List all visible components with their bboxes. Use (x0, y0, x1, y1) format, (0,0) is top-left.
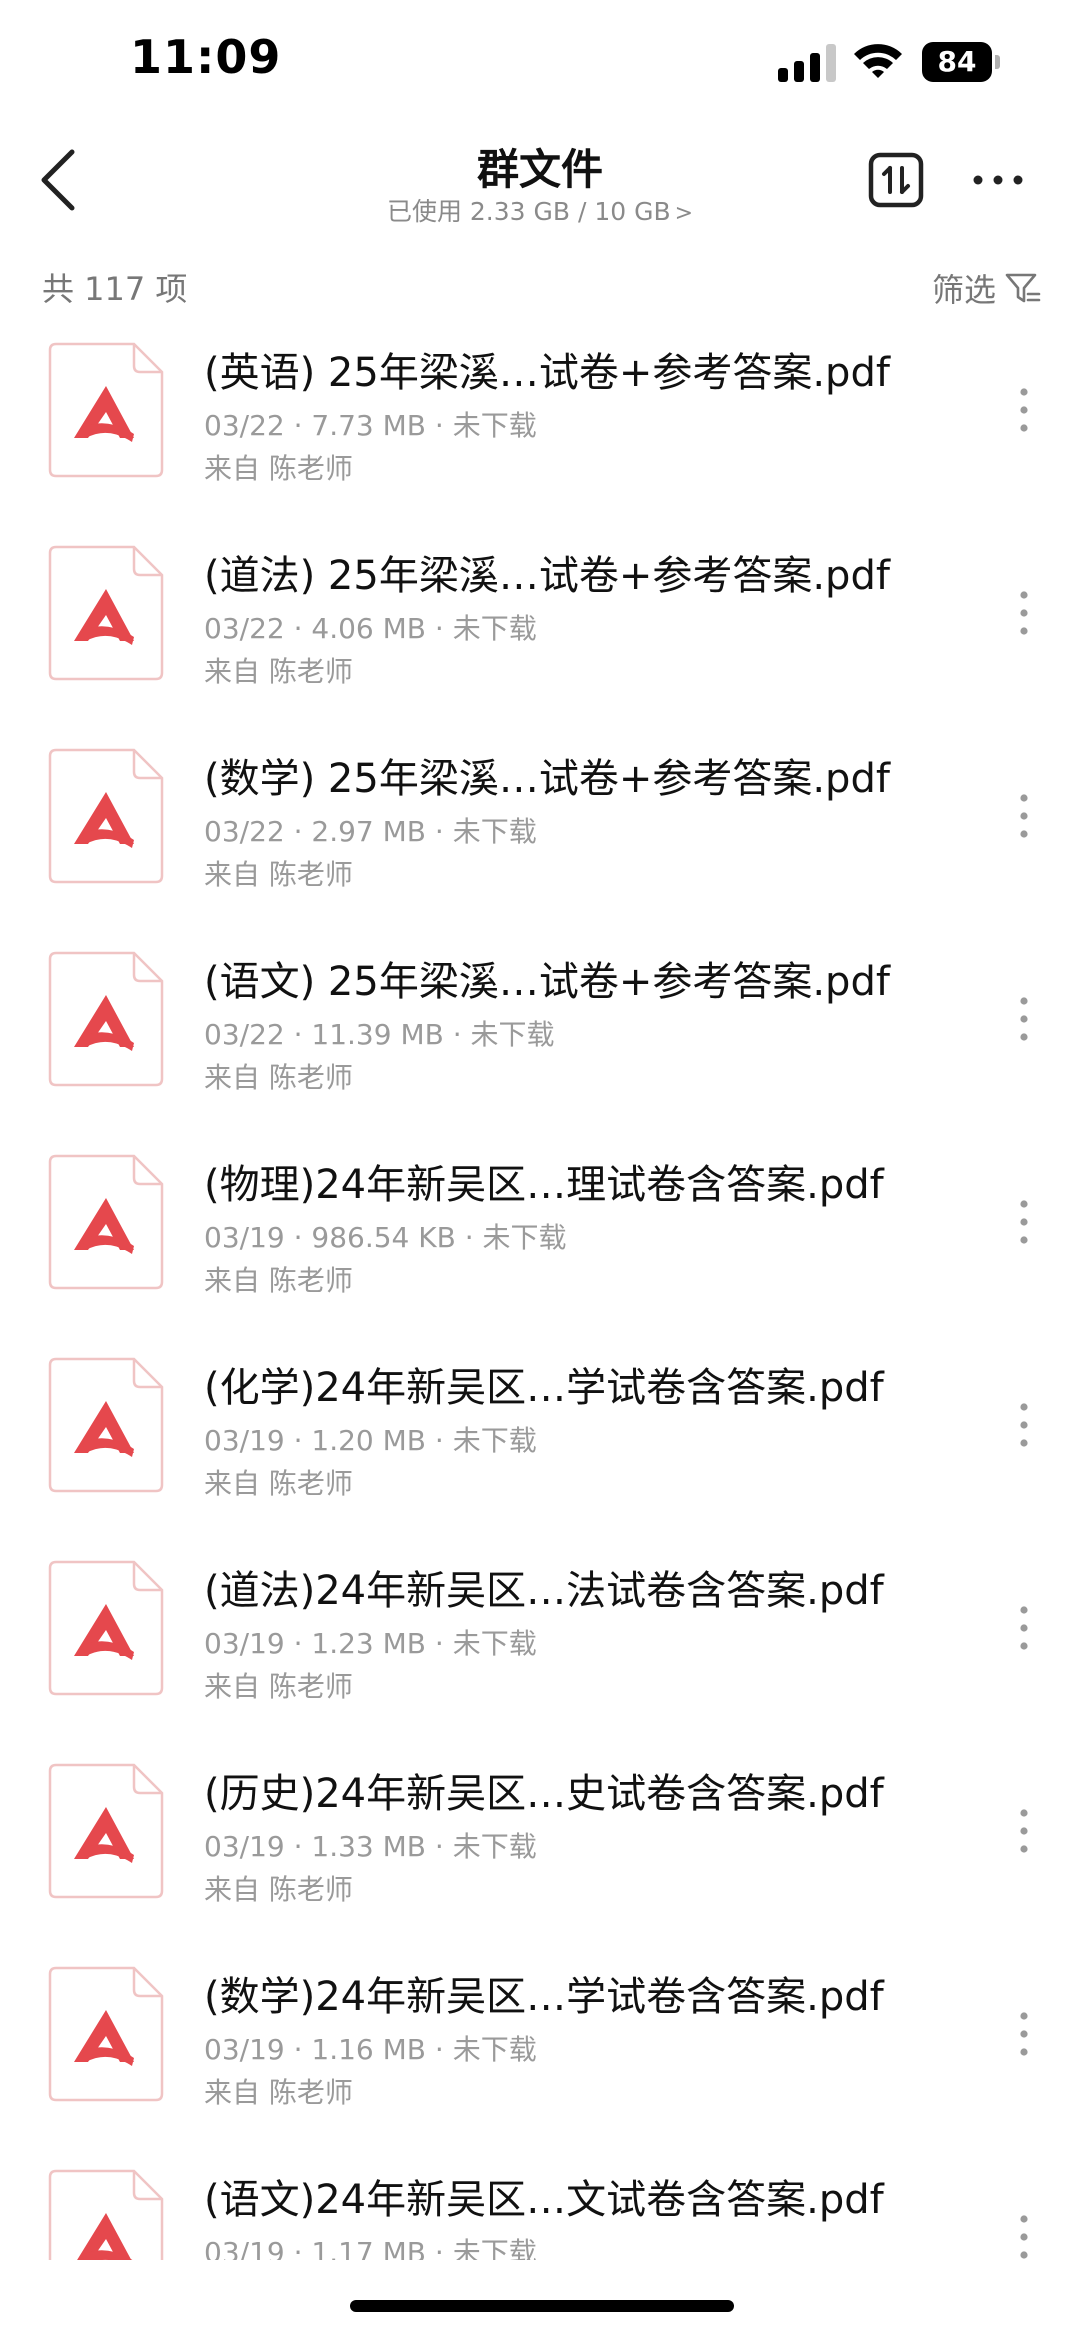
file-list-item[interactable]: (历史)24年新吴区…史试卷含答案.pdf 03/19 · 1.33 MB · 未… (0, 1751, 1080, 1954)
pdf-icon (48, 1357, 164, 1493)
chevron-right-icon: > (674, 201, 694, 226)
file-source: 来自 陈老师 (204, 1670, 353, 1703)
pdf-icon (48, 1763, 164, 1899)
file-name: (道法) 25年梁溪…试卷+参考答案.pdf (204, 553, 890, 599)
more-vertical-icon[interactable] (1006, 2205, 1042, 2260)
file-list-item[interactable]: (数学) 25年梁溪…试卷+参考答案.pdf 03/22 · 2.97 MB · … (0, 736, 1080, 939)
file-name: (历史)24年新吴区…史试卷含答案.pdf (204, 1771, 884, 1817)
file-list-item[interactable]: (化学)24年新吴区…学试卷含答案.pdf 03/19 · 1.20 MB · 未… (0, 1345, 1080, 1548)
file-meta: 03/19 · 1.33 MB · 未下载 (204, 1830, 537, 1863)
home-indicator (350, 2300, 734, 2312)
more-vertical-icon[interactable] (1006, 581, 1042, 645)
more-vertical-icon[interactable] (1006, 1799, 1042, 1863)
file-meta: 03/19 · 1.17 MB · 未下载 (204, 2236, 537, 2260)
file-meta: 03/19 · 1.20 MB · 未下载 (204, 1424, 537, 1457)
file-list-item[interactable]: (语文)24年新吴区…文试卷含答案.pdf 03/19 · 1.17 MB · 未… (0, 2157, 1080, 2260)
file-meta: 03/22 · 7.73 MB · 未下载 (204, 409, 537, 442)
status-time: 11:09 (130, 30, 282, 84)
list-summary-row: 共 117 项 筛选 (0, 258, 1080, 318)
file-name: (数学)24年新吴区…学试卷含答案.pdf (204, 1974, 884, 2020)
storage-usage-text: 已使用 2.33 GB / 10 GB (386, 197, 671, 226)
more-vertical-icon[interactable] (1006, 2002, 1042, 2066)
sort-icon[interactable] (866, 150, 926, 210)
more-options-icon[interactable] (968, 150, 1028, 210)
file-name: (数学) 25年梁溪…试卷+参考答案.pdf (204, 756, 890, 802)
file-name: (物理)24年新吴区…理试卷含答案.pdf (204, 1162, 884, 1208)
file-meta: 03/19 · 1.16 MB · 未下载 (204, 2033, 537, 2066)
file-meta: 03/22 · 2.97 MB · 未下载 (204, 815, 537, 848)
file-name: (道法)24年新吴区…法试卷含答案.pdf (204, 1568, 884, 1614)
file-name: (化学)24年新吴区…学试卷含答案.pdf (204, 1365, 884, 1411)
file-meta: 03/19 · 986.54 KB · 未下载 (204, 1221, 567, 1254)
file-source: 来自 陈老师 (204, 1061, 353, 1094)
file-count-label: 共 117 项 (42, 270, 188, 308)
file-source: 来自 陈老师 (204, 2076, 353, 2109)
file-list-item[interactable]: (数学)24年新吴区…学试卷含答案.pdf 03/19 · 1.16 MB · 未… (0, 1954, 1080, 2157)
file-source: 来自 陈老师 (204, 1467, 353, 1500)
more-vertical-icon[interactable] (1006, 1596, 1042, 1660)
more-vertical-icon[interactable] (1006, 1393, 1042, 1457)
file-name: (语文) 25年梁溪…试卷+参考答案.pdf (204, 959, 890, 1005)
file-source: 来自 陈老师 (204, 858, 353, 891)
more-vertical-icon[interactable] (1006, 1190, 1042, 1254)
file-source: 来自 陈老师 (204, 655, 353, 688)
battery-level: 84 (937, 45, 977, 78)
filter-label: 筛选 (931, 271, 996, 309)
file-source: 来自 陈老师 (204, 1873, 353, 1906)
wifi-icon (854, 44, 902, 78)
filter-button[interactable]: 筛选 (932, 262, 1042, 314)
file-list-item[interactable]: (道法)24年新吴区…法试卷含答案.pdf 03/19 · 1.23 MB · 未… (0, 1548, 1080, 1751)
group-files-screen: 11:09 84 群文件 已使用 2.33 GB / 10 GB > 共 117… (0, 0, 1080, 2336)
more-vertical-icon[interactable] (1006, 987, 1042, 1051)
file-list-item[interactable]: (语文) 25年梁溪…试卷+参考答案.pdf 03/22 · 11.39 MB ·… (0, 939, 1080, 1142)
file-list-item[interactable]: (道法) 25年梁溪…试卷+参考答案.pdf 03/22 · 4.06 MB · … (0, 533, 1080, 736)
file-name: (语文)24年新吴区…文试卷含答案.pdf (204, 2177, 884, 2223)
more-vertical-icon[interactable] (1006, 378, 1042, 442)
file-meta: 03/19 · 1.23 MB · 未下载 (204, 1627, 537, 1660)
cellular-signal-icon (778, 44, 836, 82)
nav-bar: 群文件 已使用 2.33 GB / 10 GB > (0, 120, 1080, 240)
filter-funnel-icon (1005, 273, 1041, 303)
pdf-icon (48, 1560, 164, 1696)
status-bar: 11:09 84 (0, 0, 1080, 120)
pdf-icon (48, 2169, 164, 2260)
pdf-icon (48, 1154, 164, 1290)
battery-icon: 84 (922, 42, 1002, 82)
more-vertical-icon[interactable] (1006, 784, 1042, 848)
pdf-icon (48, 951, 164, 1087)
pdf-icon (48, 1966, 164, 2102)
pdf-icon (48, 545, 164, 681)
file-list-item[interactable]: (英语) 25年梁溪…试卷+参考答案.pdf 03/22 · 7.73 MB · … (0, 330, 1080, 533)
file-source: 来自 陈老师 (204, 452, 353, 485)
battery-cap (995, 55, 1000, 69)
file-meta: 03/22 · 4.06 MB · 未下载 (204, 612, 537, 645)
file-list-item[interactable]: (物理)24年新吴区…理试卷含答案.pdf 03/19 · 986.54 KB ·… (0, 1142, 1080, 1345)
file-source: 来自 陈老师 (204, 1264, 353, 1297)
file-name: (英语) 25年梁溪…试卷+参考答案.pdf (204, 350, 890, 396)
pdf-icon (48, 342, 164, 478)
file-list: (英语) 25年梁溪…试卷+参考答案.pdf 03/22 · 7.73 MB · … (0, 330, 1080, 2260)
file-meta: 03/22 · 11.39 MB · 未下载 (204, 1018, 555, 1051)
pdf-icon (48, 748, 164, 884)
